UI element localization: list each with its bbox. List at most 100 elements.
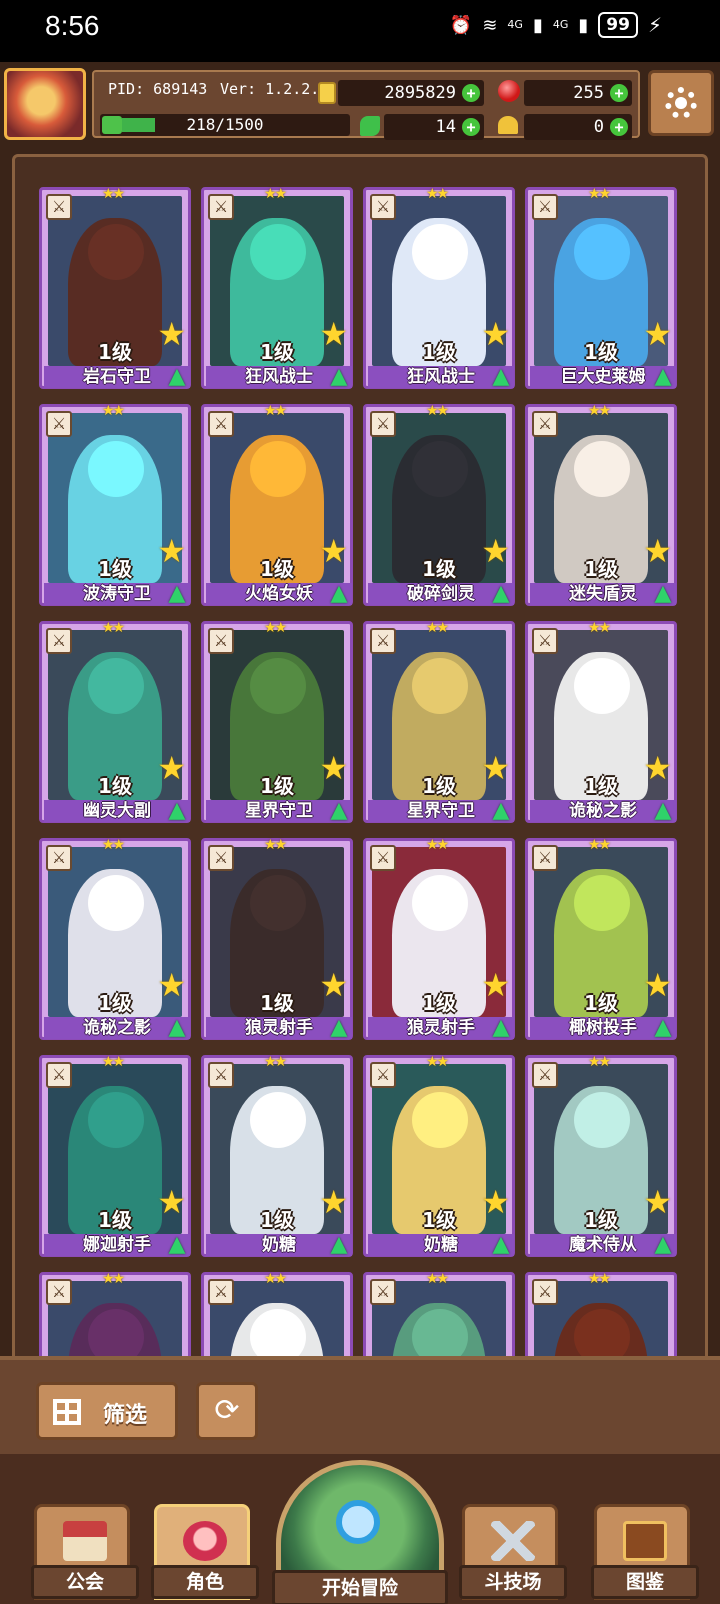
character-head bbox=[250, 875, 306, 931]
character-card[interactable]: 1级 ⚔ ★★ ★ 狼灵射手 ▲ bbox=[201, 837, 353, 1040]
card-frame: 1级 ⚔ ★★ ★ 巨大史莱姆 ▲ bbox=[525, 186, 677, 389]
character-head bbox=[250, 224, 306, 280]
card-frame: 1级 ⚔ ★★ ★ 娜迦射手 ▲ bbox=[39, 1054, 191, 1257]
card-frame: 1级 ⚔ ★★ ★ 诡秘之影 ▲ bbox=[525, 620, 677, 823]
ruby-amount: 255 bbox=[573, 83, 604, 103]
ruby-icon bbox=[498, 80, 520, 102]
star-upgrade-icon: ★ bbox=[481, 532, 510, 570]
character-card[interactable]: 1级 ⚔ ★★ ★ 狂风战士 ▲ bbox=[201, 186, 353, 389]
character-card[interactable]: 1级 ⚔ ★★ ★ 星界守卫 ▲ bbox=[201, 620, 353, 823]
character-card[interactable]: 1级 ⚔ ★★ ★ 奶糖 ▲ bbox=[201, 1054, 353, 1257]
nav-character[interactable]: 角色 bbox=[151, 1504, 259, 1600]
magnifier-icon bbox=[336, 1500, 380, 1544]
class-type-icon: ⚔ bbox=[46, 628, 72, 654]
rarity-stars-icon: ★★ bbox=[102, 403, 125, 419]
character-head bbox=[574, 441, 630, 497]
key-counter: 0 + bbox=[524, 114, 632, 140]
star-upgrade-icon: ★ bbox=[481, 749, 510, 787]
player-avatar[interactable] bbox=[4, 68, 86, 140]
class-type-icon: ⚔ bbox=[208, 628, 234, 654]
class-type-icon: ⚔ bbox=[46, 845, 72, 871]
character-card[interactable]: 1级 ⚔ ★★ ★ 狂风战士 ▲ bbox=[363, 186, 515, 389]
character-head bbox=[88, 224, 144, 280]
rarity-stars-icon: ★★ bbox=[102, 1271, 125, 1287]
card-frame: 1级 ⚔ ★★ ★ 奶糖 ▲ bbox=[363, 1054, 515, 1257]
add-clovers-button[interactable]: + bbox=[462, 118, 480, 136]
level-up-arrow-icon: ▲ bbox=[654, 581, 672, 606]
star-upgrade-icon: ★ bbox=[157, 749, 186, 787]
card-frame: 1级 ⚔ ★★ ★ 破碎剑灵 ▲ bbox=[363, 403, 515, 606]
resource-panel: PID: 689143 Ver: 1.2.2.0 2895829 + 255 +… bbox=[92, 70, 640, 140]
character-card[interactable]: 1级 ⚔ ★★ ★ 火焰女妖 ▲ bbox=[201, 403, 353, 606]
rarity-stars-icon: ★★ bbox=[264, 186, 287, 202]
player-id: PID: 689143 bbox=[108, 80, 208, 98]
add-rubies-button[interactable]: + bbox=[610, 84, 628, 102]
character-head bbox=[412, 875, 468, 931]
level-up-arrow-icon: ▲ bbox=[492, 1015, 510, 1040]
character-card[interactable]: 1级 ⚔ ★★ ★ 娜迦射手 ▲ bbox=[39, 1054, 191, 1257]
nav-codex[interactable]: 图鉴 bbox=[591, 1504, 699, 1600]
level-up-arrow-icon: ▲ bbox=[654, 1015, 672, 1040]
character-card[interactable]: 1级 ⚔ ★★ ★ 迷失盾灵 ▲ bbox=[525, 403, 677, 606]
network-label-2: 4G bbox=[552, 18, 569, 31]
card-frame: 1级 ⚔ ★★ ★ 波涛守卫 ▲ bbox=[39, 403, 191, 606]
star-upgrade-icon: ★ bbox=[481, 315, 510, 353]
card-frame: 1级 ⚔ ★★ ★ 星界守卫 ▲ bbox=[201, 620, 353, 823]
class-type-icon: ⚔ bbox=[46, 194, 72, 220]
character-card[interactable]: 1级 ⚔ ★★ ★ 椰树投手 ▲ bbox=[525, 837, 677, 1040]
filter-bar: 筛选 ⟳ bbox=[0, 1356, 720, 1454]
refresh-button[interactable]: ⟳ bbox=[196, 1382, 258, 1440]
rarity-stars-icon: ★★ bbox=[264, 620, 287, 636]
nav-arena[interactable]: 斗技场 bbox=[459, 1504, 567, 1600]
character-card[interactable]: 1级 ⚔ ★★ ★ 魔术侍从 ▲ bbox=[525, 1054, 677, 1257]
character-head bbox=[574, 875, 630, 931]
character-head bbox=[412, 658, 468, 714]
card-frame: 1级 ⚔ ★★ ★ 狂风战士 ▲ bbox=[363, 186, 515, 389]
character-collection-panel: 1级 ⚔ ★★ ★ 岩石守卫 ▲ 1级 ⚔ ★★ ★ 狂风战士 ▲ 1级 ⚔ ★★ ★ 狂风战士 ▲ 1级 ⚔ ★★ ★ 巨… bbox=[0, 142, 720, 1474]
coin-counter: 2895829 + bbox=[338, 80, 484, 106]
character-card[interactable]: 1级 ⚔ ★★ ★ 奶糖 ▲ bbox=[363, 1054, 515, 1257]
star-upgrade-icon: ★ bbox=[157, 1183, 186, 1221]
class-type-icon: ⚔ bbox=[208, 411, 234, 437]
signal-icon: ▮ bbox=[532, 14, 543, 36]
level-up-arrow-icon: ▲ bbox=[492, 581, 510, 606]
class-type-icon: ⚔ bbox=[208, 194, 234, 220]
star-upgrade-icon: ★ bbox=[481, 1183, 510, 1221]
rarity-stars-icon: ★★ bbox=[102, 186, 125, 202]
card-frame: 1级 ⚔ ★★ ★ 火焰女妖 ▲ bbox=[201, 403, 353, 606]
character-card[interactable]: 1级 ⚔ ★★ ★ 星界守卫 ▲ bbox=[363, 620, 515, 823]
character-card[interactable]: 1级 ⚔ ★★ ★ 诡秘之影 ▲ bbox=[525, 620, 677, 823]
settings-button[interactable] bbox=[648, 70, 714, 136]
rarity-stars-icon: ★★ bbox=[588, 1271, 611, 1287]
star-upgrade-icon: ★ bbox=[643, 315, 672, 353]
star-upgrade-icon: ★ bbox=[643, 966, 672, 1004]
key-amount: 0 bbox=[593, 117, 604, 137]
class-type-icon: ⚔ bbox=[532, 194, 558, 220]
card-frame: 1级 ⚔ ★★ ★ 诡秘之影 ▲ bbox=[39, 837, 191, 1040]
character-card[interactable]: 1级 ⚔ ★★ ★ 幽灵大副 ▲ bbox=[39, 620, 191, 823]
class-type-icon: ⚔ bbox=[370, 1279, 396, 1305]
level-up-arrow-icon: ▲ bbox=[492, 1232, 510, 1257]
character-card[interactable]: 1级 ⚔ ★★ ★ 波涛守卫 ▲ bbox=[39, 403, 191, 606]
card-frame: 1级 ⚔ ★★ ★ 奶糖 ▲ bbox=[201, 1054, 353, 1257]
character-card[interactable]: 1级 ⚔ ★★ ★ 诡秘之影 ▲ bbox=[39, 837, 191, 1040]
character-head bbox=[412, 224, 468, 280]
clover-amount: 14 bbox=[435, 117, 456, 137]
card-frame: 1级 ⚔ ★★ ★ 椰树投手 ▲ bbox=[525, 837, 677, 1040]
card-frame: 1级 ⚔ ★★ ★ 狂风战士 ▲ bbox=[201, 186, 353, 389]
character-card[interactable]: 1级 ⚔ ★★ ★ 破碎剑灵 ▲ bbox=[363, 403, 515, 606]
character-card[interactable]: 1级 ⚔ ★★ ★ 狼灵射手 ▲ bbox=[363, 837, 515, 1040]
class-type-icon: ⚔ bbox=[532, 1279, 558, 1305]
character-card[interactable]: 1级 ⚔ ★★ ★ 岩石守卫 ▲ bbox=[39, 186, 191, 389]
add-keys-button[interactable]: + bbox=[610, 118, 628, 136]
crossed-swords-icon bbox=[491, 1521, 535, 1561]
coin-icon bbox=[318, 82, 336, 104]
rarity-stars-icon: ★★ bbox=[264, 837, 287, 853]
character-card[interactable]: 1级 ⚔ ★★ ★ 巨大史莱姆 ▲ bbox=[525, 186, 677, 389]
class-type-icon: ⚔ bbox=[46, 1279, 72, 1305]
filter-button[interactable]: 筛选 bbox=[36, 1382, 178, 1440]
start-adventure-button[interactable]: 开始冒险 bbox=[272, 1454, 448, 1604]
class-type-icon: ⚔ bbox=[46, 1062, 72, 1088]
nav-guild[interactable]: 公会 bbox=[31, 1504, 139, 1600]
add-coins-button[interactable]: + bbox=[462, 84, 480, 102]
